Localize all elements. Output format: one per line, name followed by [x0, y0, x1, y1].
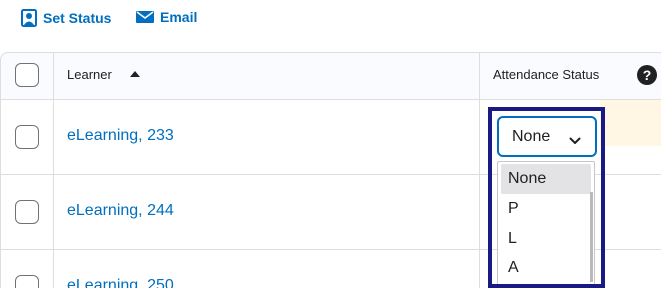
column-divider	[53, 52, 54, 288]
email-label: Email	[160, 9, 198, 25]
focus-outline	[488, 107, 605, 288]
row-checkbox[interactable]	[15, 125, 39, 149]
set-status-label: Set Status	[43, 10, 112, 26]
select-all-checkbox[interactable]	[15, 63, 39, 87]
row-divider	[0, 99, 661, 100]
envelope-icon	[136, 10, 154, 24]
learner-link[interactable]: eLearning, 233	[67, 127, 174, 145]
help-circle-icon[interactable]: ?	[637, 65, 657, 85]
learner-column-header[interactable]: Learner	[67, 67, 112, 82]
attendance-status-column-header: Attendance Status	[493, 67, 600, 82]
person-badge-icon	[21, 9, 37, 27]
learner-link[interactable]: eLearning, 244	[67, 202, 174, 220]
toolbar: Set Status Email	[0, 0, 661, 40]
row-checkbox[interactable]	[15, 275, 39, 288]
learner-link[interactable]: eLearning, 250	[67, 277, 174, 288]
set-status-button[interactable]: Set Status	[21, 9, 111, 27]
column-divider	[479, 52, 480, 288]
email-button[interactable]: Email	[136, 9, 197, 25]
sort-ascending-icon[interactable]	[130, 71, 140, 77]
row-checkbox[interactable]	[15, 200, 39, 224]
